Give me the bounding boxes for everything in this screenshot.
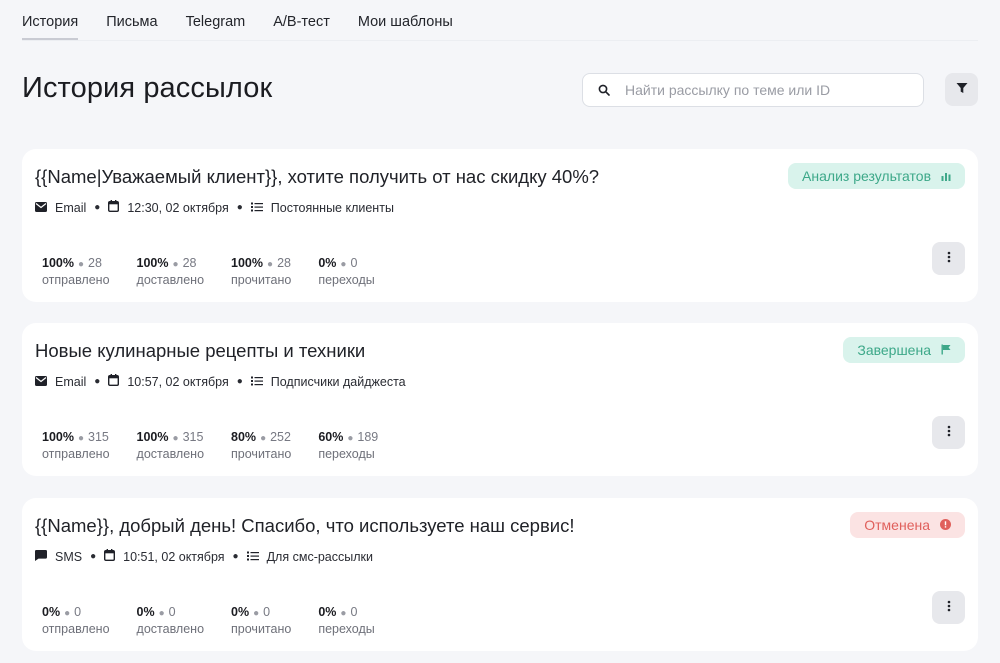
filter-button[interactable] [945,73,978,106]
status-badge: Отменена [850,512,965,538]
more-options-button[interactable] [932,416,965,449]
campaign-audience: Подписчики дайджеста [270,374,406,389]
more-vertical-icon [947,250,951,268]
stat-delivered: 100% ● 315 доставлено [136,430,205,461]
search-icon [583,84,625,96]
flag-icon [941,342,951,358]
tab-bar: История Письма Telegram A/B-тест Мои шаб… [22,0,481,40]
campaign-stats: 0% ● 0 отправлено 0% ● 0 доставлено 0% ● 0 про… [42,605,402,636]
status-badge: Анализ результатов [788,163,965,189]
campaign-audience: Постоянные клиенты [270,200,394,215]
calendar-icon [108,374,120,389]
tab-divider [22,40,978,41]
campaign-channel: Email [55,374,87,389]
tab-history[interactable]: История [22,0,79,40]
campaign-audience: Для смс-рассылки [266,549,373,564]
campaign-datetime: 12:30, 02 октября [127,200,229,215]
campaign-channel: Email [55,200,87,215]
stat-read: 100% ● 28 прочитано [231,256,292,287]
campaign-meta: SMS ● 10:51, 02 октября ● Для смс-рассыл… [35,549,373,564]
campaign-card[interactable]: {{Name}}, добрый день! Спасибо, что испо… [22,498,978,651]
envelope-icon [35,375,47,389]
campaign-datetime: 10:51, 02 октября [123,549,225,564]
campaign-stats: 100% ● 315 отправлено 100% ● 315 доставлено … [42,430,405,461]
status-badge: Завершена [843,337,965,363]
chat-bubble-icon [35,549,47,564]
stat-sent: 100% ● 315 отправлено [42,430,110,461]
campaign-meta: Email ● 12:30, 02 октября ● Постоянные к… [35,200,394,215]
more-options-button[interactable] [932,242,965,275]
campaign-card[interactable]: {{Name|Уважаемый клиент}}, хотите получи… [22,149,978,302]
tab-telegram[interactable]: Telegram [186,0,246,40]
campaign-title[interactable]: {{Name}}, добрый день! Спасибо, что испо… [35,515,575,537]
bar-chart-icon [941,168,951,184]
list-icon [246,550,259,564]
search-box[interactable] [582,73,924,107]
tab-my-templates[interactable]: Мои шаблоны [358,0,453,40]
campaign-channel: SMS [55,549,83,564]
stat-sent: 100% ● 28 отправлено [42,256,110,287]
search-input[interactable] [625,82,923,98]
stat-clicks: 0% ● 0 переходы [318,256,375,287]
campaign-datetime: 10:57, 02 октября [127,374,229,389]
campaign-card[interactable]: Новые кулинарные рецепты и техники Email… [22,323,978,476]
more-vertical-icon [947,424,951,442]
stat-clicks: 0% ● 0 переходы [318,605,375,636]
campaign-title[interactable]: {{Name|Уважаемый клиент}}, хотите получи… [35,166,599,188]
calendar-icon [108,200,120,215]
stat-read: 80% ● 252 прочитано [231,430,292,461]
campaign-meta: Email ● 10:57, 02 октября ● Подписчики д… [35,374,406,389]
filter-icon [956,81,968,99]
stat-delivered: 100% ● 28 доставлено [136,256,205,287]
campaign-title[interactable]: Новые кулинарные рецепты и техники [35,340,365,362]
more-options-button[interactable] [932,591,965,624]
stat-delivered: 0% ● 0 доставлено [136,605,205,636]
alert-circle-icon [940,517,951,533]
stat-clicks: 60% ● 189 переходы [318,430,379,461]
envelope-icon [35,201,47,215]
stat-read: 0% ● 0 прочитано [231,605,292,636]
campaign-stats: 100% ● 28 отправлено 100% ● 28 доставлено 10… [42,256,402,287]
tab-ab-test[interactable]: A/B-тест [273,0,330,40]
page-title: История рассылок [22,72,273,104]
stat-sent: 0% ● 0 отправлено [42,605,110,636]
tab-letters[interactable]: Письма [106,0,157,40]
list-icon [250,201,263,215]
more-vertical-icon [947,599,951,617]
calendar-icon [104,549,116,564]
list-icon [250,375,263,389]
